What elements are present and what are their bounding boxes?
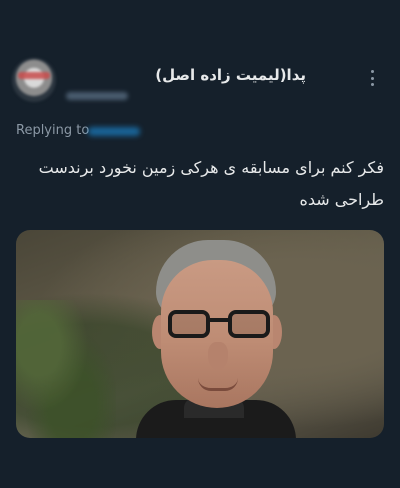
tweet-media-image[interactable] [16,230,384,438]
man-portrait [116,230,296,438]
tweet-text: فکر کنم برای مسابقه ی هرکی زمین نخورد بر… [16,152,384,216]
username-handle-blurred [66,92,128,100]
left-lens [168,310,210,338]
replying-to-label: Replying to [16,123,90,138]
more-dot [370,70,374,73]
nose [208,342,228,370]
tweet-text-line-2: طراحی شده [299,190,384,209]
tweet-card[interactable]: پدا(لیمیت زاده اصل) Replying to فکر کنم … [0,0,400,488]
glasses-icon [168,310,272,340]
more-dot [370,83,374,86]
more-dot [370,76,374,80]
display-name[interactable]: پدا(لیمیت زاده اصل) [155,66,306,84]
right-lens [228,310,270,338]
replying-to-handle-blurred[interactable] [88,127,140,136]
avatar-detail [18,72,50,79]
more-options-icon[interactable] [362,68,382,88]
background-plant [16,300,116,438]
glasses-bridge [208,318,230,322]
tweet-text-line-1: فکر کنم برای مسابقه ی هرکی زمین نخورد بر… [38,158,384,177]
user-avatar[interactable] [12,58,56,102]
